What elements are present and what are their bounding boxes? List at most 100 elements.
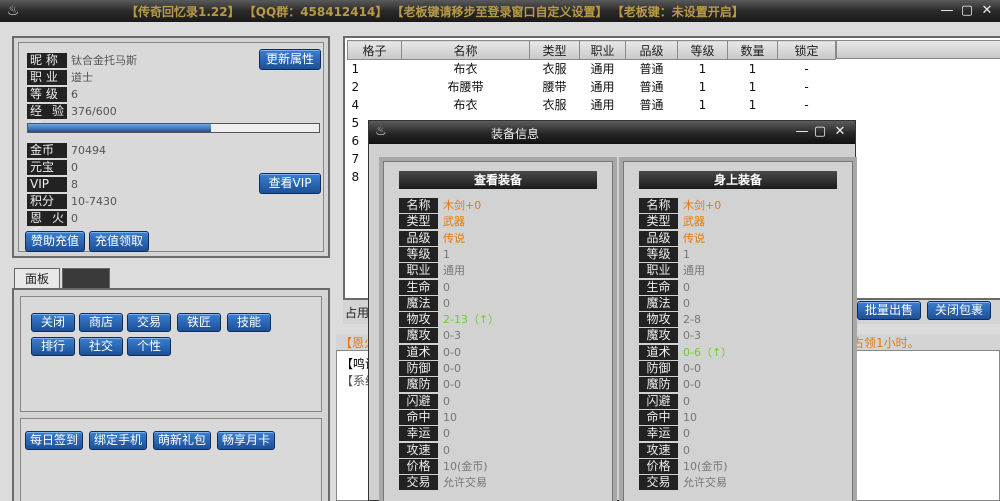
column-header[interactable]: 类型 [529,40,580,60]
equipment-stat-row: 魔防 0-0 [639,377,839,393]
minimize-icon[interactable]: — [793,123,811,141]
equipment-stat-row: 名称 木剑+0 [399,198,599,213]
column-header[interactable]: 格子 [347,40,402,60]
table-cell: 衣服 [542,98,567,112]
table-cell: 1 [698,79,707,94]
stat-value: 0-0 [443,378,461,392]
equipment-stat-row: 交易 允许交易 [399,475,599,491]
column-header[interactable]: 等级 [677,40,728,60]
table-cell: 1 [748,61,757,76]
equipment-stat-row: 魔法 0 [639,295,839,311]
dialog-titlebar: ♨ 装备信息 — ▢ ✕ [369,121,855,144]
currency-value: 8 [71,178,78,191]
column-header[interactable]: 数量 [727,40,778,60]
column-header[interactable]: 品级 [625,40,678,60]
recharge-claim-button[interactable]: 充值领取 [89,231,149,252]
stat-label: 生命 [639,279,678,295]
stat-value: 0 [683,280,690,294]
maximize-icon[interactable]: ▢ [958,2,976,20]
equipment-stat-row: 魔防 0-0 [399,377,599,393]
stat-value: 1 [683,247,690,261]
panel-button[interactable]: 商店 [79,313,123,332]
table-cell: 普通 [639,98,664,112]
stat-value: 0 [683,296,690,310]
table-cell: 1 [698,97,707,112]
currency-value: 70494 [71,144,106,157]
stat-value: 木剑+0 [443,199,482,212]
equipment-stat-row: 类型 武器 [399,214,599,230]
equipment-stat-row: 命中 10 [639,409,839,425]
equipment-stat-row: 闪避 0 [639,393,839,409]
table-cell: 1 [748,97,757,112]
window-titlebar: ♨ 【传奇回忆录1.22】 【QQ群：458412414】 【老板键请移步至登录… [0,0,1000,22]
tab-second[interactable] [62,268,110,288]
panel-button[interactable]: 社交 [79,337,123,356]
table-row[interactable]: 4 布衣 衣服 通用 普通 1 1 - [348,96,836,114]
bulk-sell-button[interactable]: 批量出售 [857,301,921,320]
stat-label: 品级 [639,230,678,246]
table-cell: 普通 [639,80,664,94]
stat-label: 交易 [639,475,678,491]
panel-button[interactable]: 畅享月卡 [217,431,275,450]
equipment-stat-row: 魔攻 0-3 [399,328,599,344]
panel-button[interactable]: 每日签到 [25,431,83,450]
equipment-stat-row: 品级 传说 [399,230,599,246]
minimize-icon[interactable]: — [938,2,956,20]
stat-value: 0 [683,394,690,408]
refresh-attributes-button[interactable]: 更新属性 [259,49,321,70]
sponsor-recharge-button[interactable]: 赞助充值 [25,231,85,252]
equipment-stat-row: 防御 0-0 [399,361,599,376]
stat-label: 防御 [399,361,438,376]
stat-label: 命中 [399,409,438,425]
panel-button[interactable]: 铁匠 [177,313,221,332]
currency-label: VIP [27,177,67,192]
stat-value: 0 [443,296,450,310]
currency-value: 0 [71,161,78,174]
equipment-stat-row: 防御 0-0 [639,361,839,376]
stat-value: 允许交易 [683,476,727,490]
stat-value: 0 [443,427,450,441]
equipment-stat-row: 攻速 0 [399,442,599,458]
table-row[interactable]: 2 布腰带 腰带 通用 普通 1 1 - [348,78,836,96]
stat-label: 幸运 [399,426,438,442]
close-icon[interactable]: ✕ [831,123,849,141]
attribute-label: 经验值 [27,104,67,133]
stat-label: 幸运 [639,426,678,442]
view-equipment-box: 查看装备 名称 木剑+0 类型 武器 品级 传说 等级 1 职业 通用 生命 0 魔法 0 物攻 2-13（↑… [379,157,617,501]
window-title: 【传奇回忆录1.22】 【QQ群：458412414】 【老板键请移步至登录窗口… [126,5,744,19]
stat-label: 交易 [399,475,438,491]
stat-label: 闪避 [639,393,678,409]
stat-label: 魔攻 [639,328,678,344]
stat-label: 职业 [639,263,678,279]
stat-value: 10(金币) [443,459,488,473]
column-header[interactable]: 锁定 [777,40,836,60]
stat-value: 0-3 [683,329,701,343]
equipment-stat-row: 价格 10(金币) [639,458,839,474]
view-vip-button[interactable]: 查看VIP [259,173,321,194]
stat-label: 生命 [399,279,438,295]
column-header[interactable]: 职业 [579,40,626,60]
panel-button[interactable]: 技能 [227,313,271,332]
close-bag-button[interactable]: 关闭包裹 [927,301,991,320]
table-row[interactable]: 1 布衣 衣服 通用 普通 1 1 - [348,60,836,78]
maximize-icon[interactable]: ▢ [811,123,829,141]
equipment-info-dialog: ♨ 装备信息 — ▢ ✕ 查看装备 名称 木剑+0 类型 武器 品级 传说 等级 1 职业 通用生… [368,120,857,501]
panel-button[interactable]: 绑定手机 [89,431,147,450]
attribute-label: 等 级 [27,87,67,102]
panel-button[interactable]: 萌新礼包 [153,431,211,450]
close-icon[interactable]: ✕ [978,2,996,20]
panel-button[interactable]: 个性 [127,337,171,356]
panel-button[interactable]: 交易 [127,313,171,332]
stat-label: 命中 [639,409,678,425]
table-cell: 1 [698,61,707,76]
stat-label: 攻速 [399,442,438,458]
table-cell: 4 [351,97,360,112]
tab-panel[interactable]: 面板 [14,268,60,288]
column-header[interactable]: 名称 [401,40,530,60]
panel-button[interactable]: 关闭 [31,313,75,332]
panel-button[interactable]: 排行 [31,337,75,356]
character-info: 昵 称钛合金托马斯职 业道士等 级 6 经验值 376/600 更新属性 金币 7049… [18,42,324,252]
currency-label: 金币 [27,143,67,158]
table-cell: - [804,61,809,76]
equipment-stat-row: 类型 武器 [639,214,839,230]
